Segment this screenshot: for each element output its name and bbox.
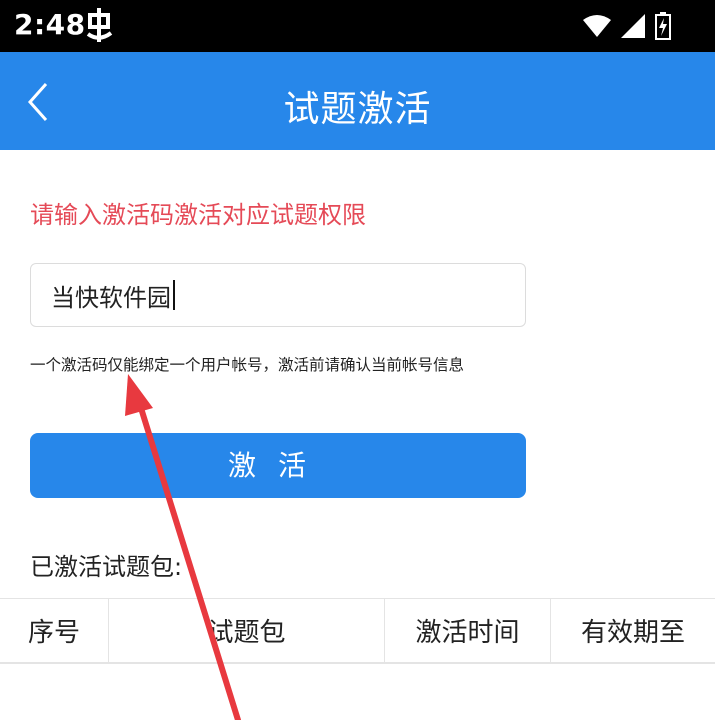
- column-header-index: 序号: [27, 618, 80, 648]
- activated-packages-table-header: 序号 试题包 激活时间 有效期至: [0, 598, 715, 664]
- column-header-expiry: 有效期至: [550, 599, 715, 662]
- activated-packages-label: 已激活试题包:: [30, 553, 183, 581]
- page-title: 试题激活: [283, 89, 432, 130]
- battery-icon: [655, 12, 671, 40]
- text-caret: [173, 280, 175, 310]
- column-header-package: 试题包: [108, 599, 384, 662]
- annotation-arrow-head: [125, 374, 153, 416]
- activate-button[interactable]: 激活: [30, 433, 526, 498]
- nav-bar: 试题激活: [0, 52, 715, 150]
- status-icons: [583, 12, 671, 40]
- app-notification-icon: [86, 8, 113, 42]
- column-header-activation-time: 激活时间: [384, 599, 550, 662]
- cell-signal-icon: [621, 14, 645, 38]
- activation-code-input[interactable]: 当快软件园: [30, 263, 526, 327]
- activation-code-value: 当快软件园: [51, 283, 171, 312]
- activation-prompt: 请输入激活码激活对应试题权限: [30, 201, 366, 229]
- status-time: 2:48: [14, 8, 86, 41]
- activation-hint: 一个激活码仅能绑定一个用户帐号，激活前请确认当前帐号信息: [30, 356, 465, 374]
- status-bar: 2:48: [0, 0, 715, 52]
- wifi-icon: [583, 15, 611, 37]
